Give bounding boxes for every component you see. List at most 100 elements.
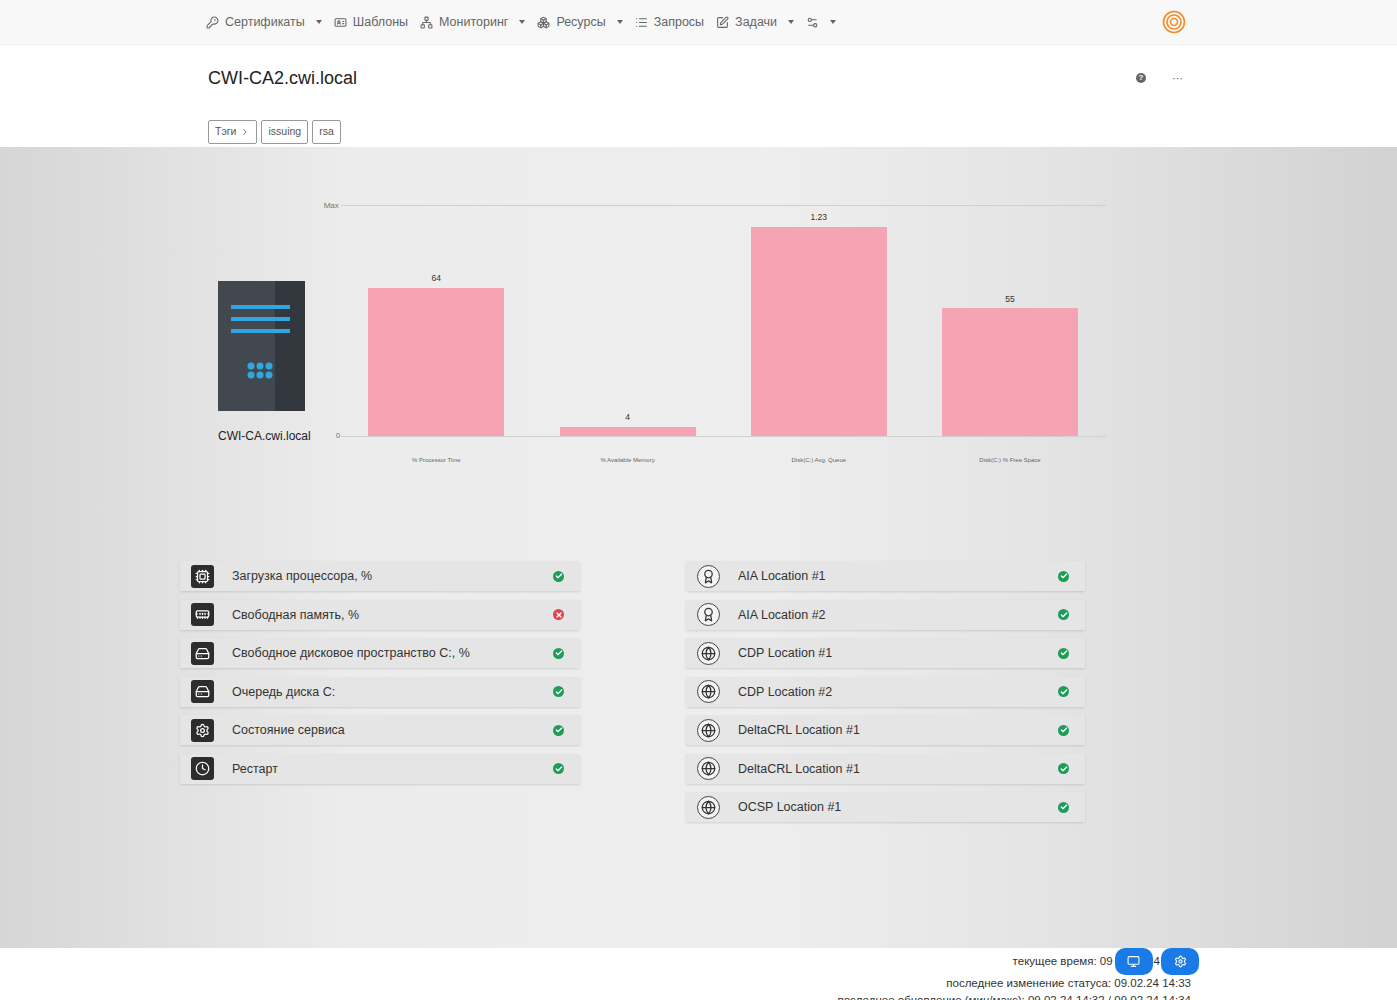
status-changed: последнее изменение статуса: 09.02.24 14… (946, 975, 1191, 992)
check-row[interactable]: AIA Location #2 (686, 600, 1085, 630)
status-ok-icon (553, 763, 564, 774)
nav-item[interactable]: Запросы (635, 13, 704, 32)
nav-item[interactable]: Мониторинг (420, 13, 525, 32)
help-button[interactable]: ? (1136, 73, 1146, 83)
globe-icon (697, 757, 720, 780)
caret-icon (617, 20, 623, 24)
nav-item[interactable]: Ресурсы (537, 13, 622, 32)
status-ok-icon (1058, 802, 1069, 813)
check-label: Загрузка процессора, % (232, 568, 535, 584)
caret-icon (519, 20, 525, 24)
top-nav: Сертификаты Шаблоны Мониторинг Ресурсы Запро… (0, 0, 1397, 45)
check-row[interactable]: DeltaCRL Location #1 (686, 715, 1085, 745)
check-label: OCSP Location #1 (738, 799, 1040, 815)
check-label: DeltaCRL Location #1 (738, 761, 1040, 777)
status-footer: текущее время: 09 4 последнее изменение ст… (0, 948, 1397, 1000)
bar-value: 1.23 (811, 211, 828, 224)
check-row[interactable]: AIA Location #1 (686, 561, 1085, 591)
nav-label: Задачи (735, 13, 777, 32)
caret-icon (788, 20, 794, 24)
axis-max: Max (324, 200, 341, 212)
check-row[interactable]: Рестарт (180, 754, 580, 784)
settings-button[interactable] (1161, 948, 1199, 975)
settings-icon (806, 16, 819, 29)
server-icon (218, 281, 305, 411)
current-time-tail: 4 (1153, 953, 1161, 970)
status-ok-icon (553, 571, 564, 582)
check-row[interactable]: CDP Location #1 (686, 638, 1085, 668)
check-row[interactable]: CDP Location #2 (686, 677, 1085, 707)
bar[interactable] (751, 227, 887, 436)
nav-label: Сертификаты (225, 13, 305, 32)
caret-icon (830, 20, 836, 24)
memory-icon (191, 603, 214, 626)
more-button[interactable]: ··· (1172, 73, 1183, 83)
status-ok-icon (553, 725, 564, 736)
axis-zero: 0 (324, 430, 341, 442)
tag[interactable]: rsa (312, 120, 341, 144)
server-name: CWI-CA.cwi.local (218, 427, 311, 445)
display-button[interactable] (1115, 948, 1153, 975)
page-title: CWI-CA2.cwi.local (206, 65, 357, 91)
check-label: AIA Location #2 (738, 607, 1040, 623)
check-row[interactable]: DeltaCRL Location #1 (686, 754, 1085, 784)
page-header: CWI-CA2.cwi.local? ··· Тэгиissuingrsa (0, 45, 1397, 147)
resources-icon (537, 16, 550, 29)
nav-item[interactable]: Шаблоны (334, 13, 408, 32)
caret-icon (316, 20, 322, 24)
status-ok-icon (553, 686, 564, 697)
bar[interactable] (942, 308, 1078, 436)
bar-label: Disk(C:) % Free Space (979, 457, 1040, 463)
status-error-icon (553, 609, 564, 620)
monitor-icon (420, 16, 433, 29)
check-label: Рестарт (232, 761, 535, 777)
check-label: Очередь диска C: (232, 684, 535, 700)
status-ok-icon (553, 648, 564, 659)
check-label: Свободное дисковое пространство C:, % (232, 645, 535, 661)
chevron-icon (240, 127, 250, 137)
disk-icon (191, 680, 214, 703)
check-row[interactable]: Загрузка процессора, % (180, 561, 580, 591)
nav-label: Ресурсы (556, 13, 605, 32)
system-checks: Загрузка процессора, % Свободная память, … (180, 561, 580, 822)
check-row[interactable]: Свободное дисковое пространство C:, % (180, 638, 580, 668)
nav-item[interactable]: Задачи (716, 13, 794, 32)
bar[interactable] (560, 427, 696, 436)
check-row[interactable]: Свободная память, % (180, 600, 580, 630)
globe-icon (697, 719, 720, 742)
globe-icon (697, 642, 720, 665)
status-ok-icon (1058, 648, 1069, 659)
monitor-icon (1127, 955, 1140, 968)
check-row[interactable]: OCSP Location #1 (686, 792, 1085, 822)
status-ok-icon (1058, 609, 1069, 620)
tags-button[interactable]: Тэги (208, 120, 257, 144)
bar-label: % Available Memory (600, 457, 654, 463)
check-row[interactable]: Состояние сервиса (180, 715, 580, 745)
nav-item[interactable] (806, 16, 836, 29)
current-time: текущее время: 09 (1013, 953, 1113, 970)
cert-icon (697, 565, 720, 588)
check-label: CDP Location #1 (738, 645, 1040, 661)
tag[interactable]: issuing (261, 120, 308, 144)
check-label: DeltaCRL Location #1 (738, 722, 1040, 738)
disk-icon (191, 642, 214, 665)
app: Сертификаты Шаблоны Мониторинг Ресурсы Запро… (0, 0, 1397, 1000)
check-label: AIA Location #1 (738, 568, 1040, 584)
nav-item[interactable]: Сертификаты (206, 13, 322, 32)
bar[interactable] (368, 288, 504, 436)
requests-icon (635, 16, 648, 29)
bar-value: 55 (1005, 293, 1014, 306)
last-update: последнее обновление (мин/макс): 09.02.2… (837, 992, 1191, 1000)
cert-icon (697, 603, 720, 626)
status-ok-icon (1058, 763, 1069, 774)
bar-value: 64 (432, 272, 441, 285)
status-ok-icon (1058, 571, 1069, 582)
bar-label: Disk(C:) Avg. Queue (792, 457, 847, 463)
status-ok-icon (1058, 686, 1069, 697)
nav-label: Запросы (654, 13, 704, 32)
bar-value: 4 (625, 411, 630, 424)
check-row[interactable]: Очередь диска C: (180, 677, 580, 707)
logo-icon[interactable] (1162, 10, 1186, 34)
globe-icon (697, 680, 720, 703)
restart-icon (191, 757, 214, 780)
